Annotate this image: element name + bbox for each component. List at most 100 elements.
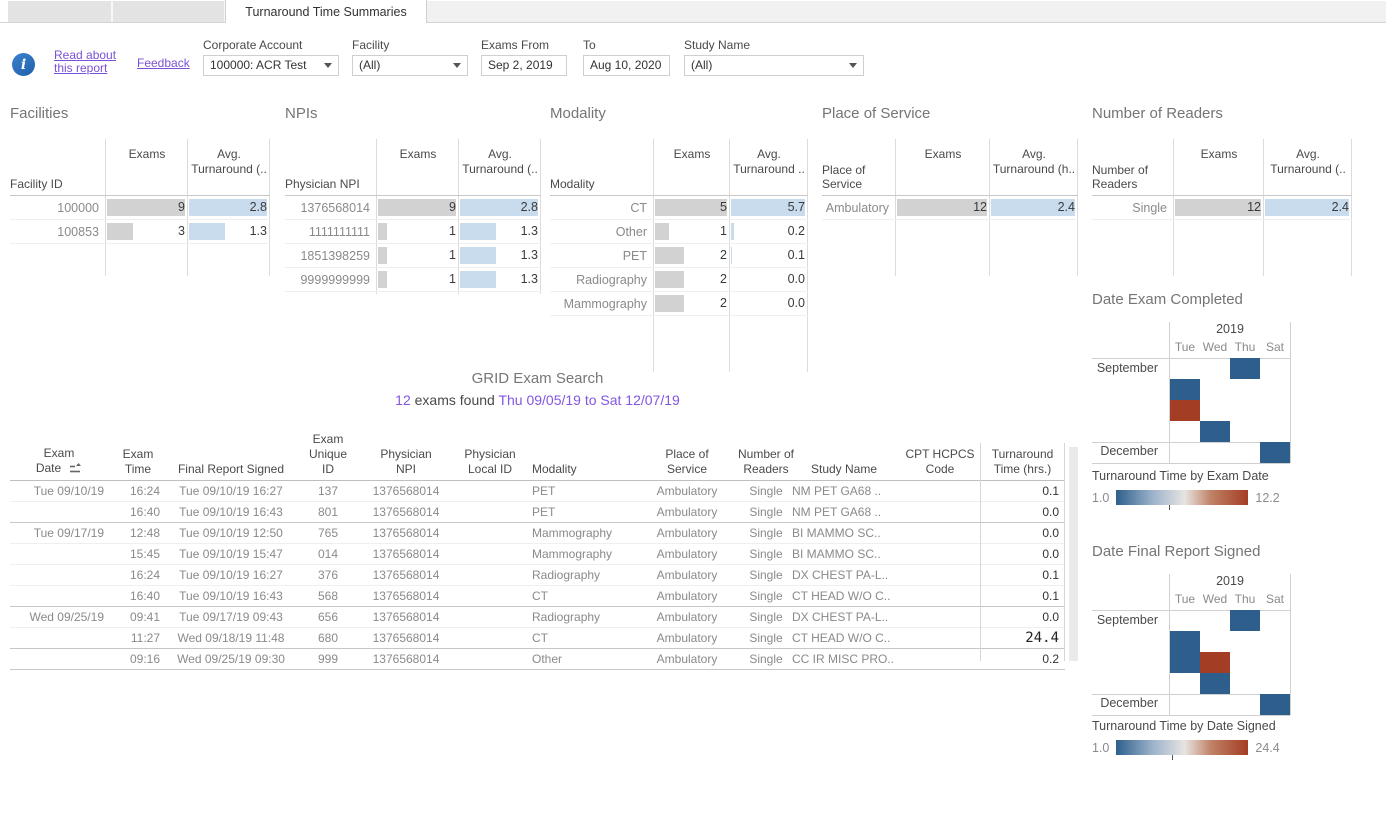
column-header-signed[interactable]: Final Report Signed	[164, 462, 298, 477]
row-label[interactable]: Ambulatory	[822, 201, 896, 215]
facility-dropdown[interactable]: (All)	[352, 55, 468, 76]
heatmap-cell[interactable]	[1260, 442, 1290, 463]
heatmap-cell[interactable]	[1230, 358, 1260, 379]
avg-bar-cell[interactable]: 0.2	[730, 220, 808, 243]
row-header-label[interactable]: Facility ID	[10, 177, 63, 191]
column-header-modality[interactable]: Modality	[526, 462, 648, 477]
row-header-label[interactable]: Physician NPI	[285, 177, 360, 191]
heatmap-cell[interactable]	[1200, 421, 1230, 442]
to-input[interactable]: Aug 10, 2020	[583, 55, 670, 76]
avg-bar-cell[interactable]: 2.8	[188, 196, 270, 219]
legend-gradient-bar[interactable]	[1116, 490, 1248, 505]
legend-gradient-bar[interactable]	[1116, 740, 1248, 755]
exams-column-header[interactable]: Exams	[654, 147, 730, 162]
column-header-local[interactable]: Physician Local ID	[454, 447, 526, 477]
exams-bar-cell[interactable]: 1	[377, 220, 459, 243]
row-label[interactable]: 100000	[10, 201, 106, 215]
exams-bar-cell[interactable]: 12	[1174, 196, 1264, 219]
exams-bar-cell[interactable]: 2	[654, 292, 730, 315]
heatmap-cell[interactable]	[1170, 400, 1200, 421]
feedback-link[interactable]: Feedback	[137, 57, 190, 70]
table-row[interactable]: 15:45Tue 09/10/19 15:470141376568014Mamm…	[10, 544, 1065, 565]
exams-column-header[interactable]: Exams	[377, 147, 459, 162]
avg-bar-cell[interactable]: 0.0	[730, 268, 808, 291]
column-header-readers[interactable]: Number of Readers	[732, 447, 800, 477]
table-row[interactable]: 11:27Wed 09/18/19 11:486801376568014CTAm…	[10, 628, 1065, 649]
row-label[interactable]: Mammography	[550, 297, 654, 311]
study-name-dropdown[interactable]: (All)	[684, 55, 864, 76]
avg-bar-cell[interactable]: 1.3	[188, 220, 270, 243]
exams-bar-cell[interactable]: 2	[654, 244, 730, 267]
exams-column-header[interactable]: Exams	[896, 147, 990, 162]
column-header-cpt[interactable]: CPT HCPCS Code	[900, 447, 980, 477]
info-icon[interactable]: i	[12, 53, 35, 76]
column-header-time[interactable]: Exam Time	[112, 447, 164, 477]
heatmap-cell[interactable]	[1200, 673, 1230, 694]
avg-turnaround-column-header[interactable]: Avg. Turnaround (h..	[990, 147, 1078, 177]
row-label[interactable]: PET	[550, 249, 654, 263]
exams-bar-cell[interactable]: 2	[654, 268, 730, 291]
row-label[interactable]: Radiography	[550, 273, 654, 287]
avg-bar-cell[interactable]: 0.1	[730, 244, 808, 267]
row-header-label[interactable]: Number of Readers	[1092, 163, 1148, 191]
exams-bar-cell[interactable]: 12	[896, 196, 990, 219]
column-header-tat[interactable]: Turnaround Time (hrs.)	[980, 447, 1065, 477]
avg-bar-cell[interactable]: 1.3	[459, 244, 541, 267]
row-label[interactable]: Other	[550, 225, 654, 239]
exams-bar-cell[interactable]: 9	[377, 196, 459, 219]
column-header-date[interactable]: Exam Date	[10, 446, 108, 477]
column-header-npi[interactable]: Physician NPI	[362, 447, 450, 477]
table-row[interactable]: Tue 09/17/1912:48Tue 09/10/19 12:5076513…	[10, 523, 1065, 544]
exams-bar-cell[interactable]: 5	[654, 196, 730, 219]
corporate-account-dropdown[interactable]: 100000: ACR Test	[203, 55, 339, 76]
row-label[interactable]: 100853	[10, 225, 106, 239]
heatmap-cell[interactable]	[1170, 379, 1200, 400]
table-row[interactable]: Wed 09/25/1909:41Tue 09/17/19 09:4365613…	[10, 607, 1065, 628]
inactive-tab-2[interactable]	[113, 1, 226, 22]
sort-ascending-icon[interactable]	[69, 462, 82, 477]
exams-bar-cell[interactable]: 9	[106, 196, 188, 219]
row-header-label[interactable]: Place of Service	[822, 163, 865, 191]
table-row[interactable]: Tue 09/10/1916:24Tue 09/10/19 16:2713713…	[10, 481, 1065, 502]
row-label[interactable]: 1376568014	[285, 201, 377, 215]
heatmap-cell[interactable]	[1200, 652, 1230, 673]
row-label[interactable]: 9999999999	[285, 273, 377, 287]
avg-bar-cell[interactable]: 5.7	[730, 196, 808, 219]
column-header-uid[interactable]: Exam Unique ID	[302, 432, 354, 477]
table-row[interactable]: 16:24Tue 09/10/19 16:273761376568014Radi…	[10, 565, 1065, 586]
table-row[interactable]: 09:16Wed 09/25/19 09:309991376568014Othe…	[10, 649, 1065, 670]
avg-bar-cell[interactable]: 1.3	[459, 268, 541, 291]
heatmap-cell[interactable]	[1170, 631, 1200, 673]
inactive-tab-1[interactable]	[8, 1, 113, 22]
exams-bar-cell[interactable]: 1	[377, 268, 459, 291]
avg-bar-cell[interactable]: 2.4	[1264, 196, 1352, 219]
row-label[interactable]: 1851398259	[285, 249, 377, 263]
avg-bar-cell[interactable]: 0.0	[730, 292, 808, 315]
row-label[interactable]: 1111111111	[285, 225, 377, 239]
table-row[interactable]: 16:40Tue 09/10/19 16:438011376568014PETA…	[10, 502, 1065, 523]
avg-bar-cell[interactable]: 1.3	[459, 220, 541, 243]
read-about-report-link[interactable]: Read about this report	[54, 49, 120, 75]
exams-column-header[interactable]: Exams	[1174, 147, 1264, 162]
heatmap-cell[interactable]	[1230, 610, 1260, 631]
exams-from-input[interactable]: Sep 2, 2019	[481, 55, 567, 76]
avg-bar-cell[interactable]: 2.8	[459, 196, 541, 219]
exams-column-header[interactable]: Exams	[106, 147, 188, 162]
exams-bar-cell[interactable]: 3	[106, 220, 188, 243]
row-label[interactable]: Single	[1092, 201, 1174, 215]
heatmap-cell[interactable]	[1260, 694, 1290, 715]
grid-scrollbar[interactable]	[1069, 447, 1078, 661]
column-header-study[interactable]: Study Name	[792, 462, 896, 477]
table-row[interactable]: 16:40Tue 09/10/19 16:435681376568014CTAm…	[10, 586, 1065, 607]
row-label[interactable]: CT	[550, 201, 654, 215]
exams-bar-cell[interactable]: 1	[654, 220, 730, 243]
avg-turnaround-column-header[interactable]: Avg. Turnaround (..	[1264, 147, 1352, 177]
row-header-label[interactable]: Modality	[550, 177, 595, 191]
avg-turnaround-column-header[interactable]: Avg. Turnaround (..	[188, 147, 270, 177]
avg-turnaround-column-header[interactable]: Avg. Turnaround (..	[459, 147, 541, 177]
column-header-pos[interactable]: Place of Service	[646, 447, 728, 477]
exams-bar-cell[interactable]: 1	[377, 244, 459, 267]
avg-bar-cell[interactable]: 2.4	[990, 196, 1078, 219]
tab-turnaround-time-summaries[interactable]: Turnaround Time Summaries	[225, 0, 427, 23]
avg-turnaround-column-header[interactable]: Avg. Turnaround ..	[730, 147, 808, 177]
